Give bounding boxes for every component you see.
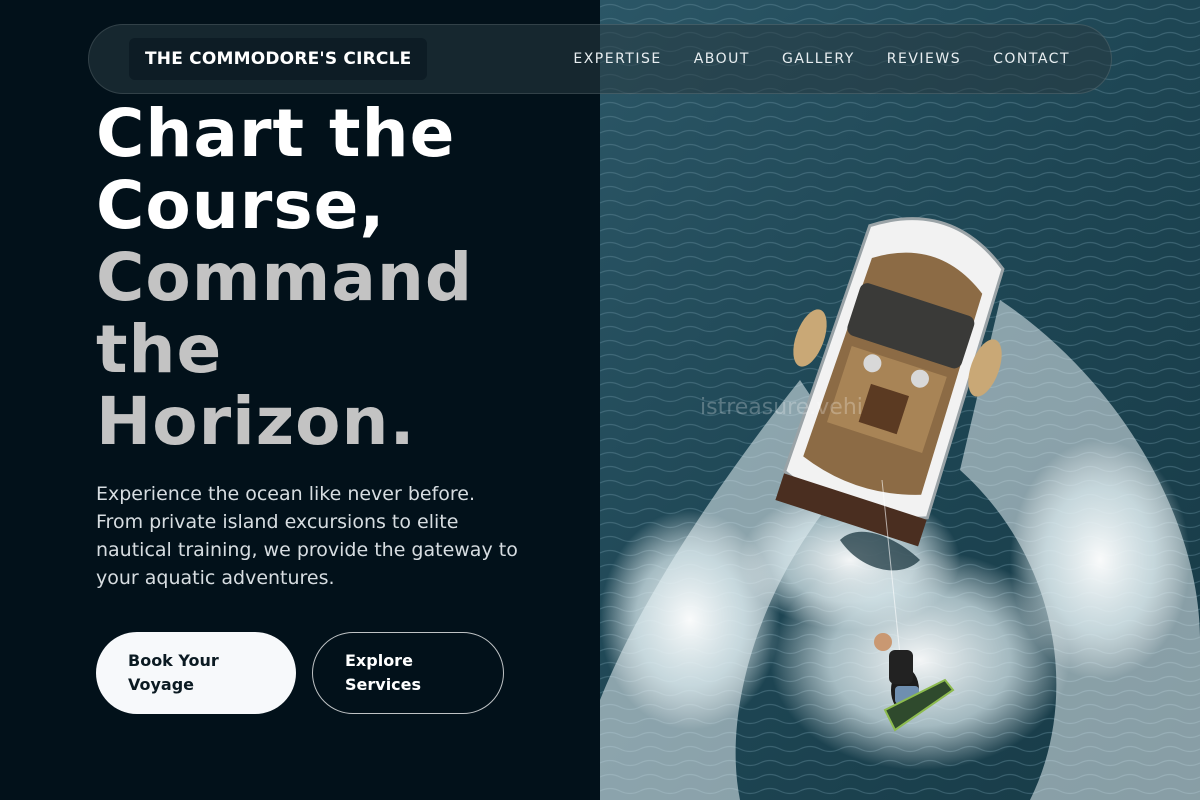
headline-line-1: Chart the bbox=[96, 95, 456, 172]
book-voyage-label: Book Your Voyage bbox=[128, 651, 219, 694]
headline-line-2: Course, bbox=[96, 167, 386, 244]
hero-description: Experience the ocean like never before. … bbox=[96, 483, 518, 589]
headline-line-4: the bbox=[96, 311, 223, 388]
nav-link-contact[interactable]: CONTACT bbox=[993, 51, 1070, 67]
brand-logo[interactable]: THE COMMODORE'S CIRCLE bbox=[129, 38, 428, 80]
book-voyage-button[interactable]: Book Your Voyage bbox=[96, 632, 296, 714]
explore-services-label: Explore Services bbox=[345, 651, 422, 694]
headline-line-5: Horizon. bbox=[96, 383, 416, 460]
nav-link-gallery[interactable]: GALLERY bbox=[782, 51, 855, 67]
hero-headline: Chart the Course, Command the Horizon. bbox=[96, 98, 596, 458]
explore-services-button[interactable]: Explore Services bbox=[312, 632, 504, 714]
nav-link-reviews[interactable]: REVIEWS bbox=[887, 51, 961, 67]
top-navbar: THE COMMODORE'S CIRCLE EXPERTISE ABOUT G… bbox=[88, 24, 1112, 94]
nav-links: EXPERTISE ABOUT GALLERY REVIEWS CONTACT bbox=[573, 51, 1070, 67]
photo-watermark: istreasure.vehi bbox=[700, 395, 863, 420]
nav-link-about[interactable]: ABOUT bbox=[694, 51, 750, 67]
hero-photo-boat-wakeboarder: istreasure.vehi bbox=[600, 0, 1200, 800]
headline-line-3: Command bbox=[96, 239, 474, 316]
nav-link-expertise[interactable]: EXPERTISE bbox=[573, 51, 661, 67]
